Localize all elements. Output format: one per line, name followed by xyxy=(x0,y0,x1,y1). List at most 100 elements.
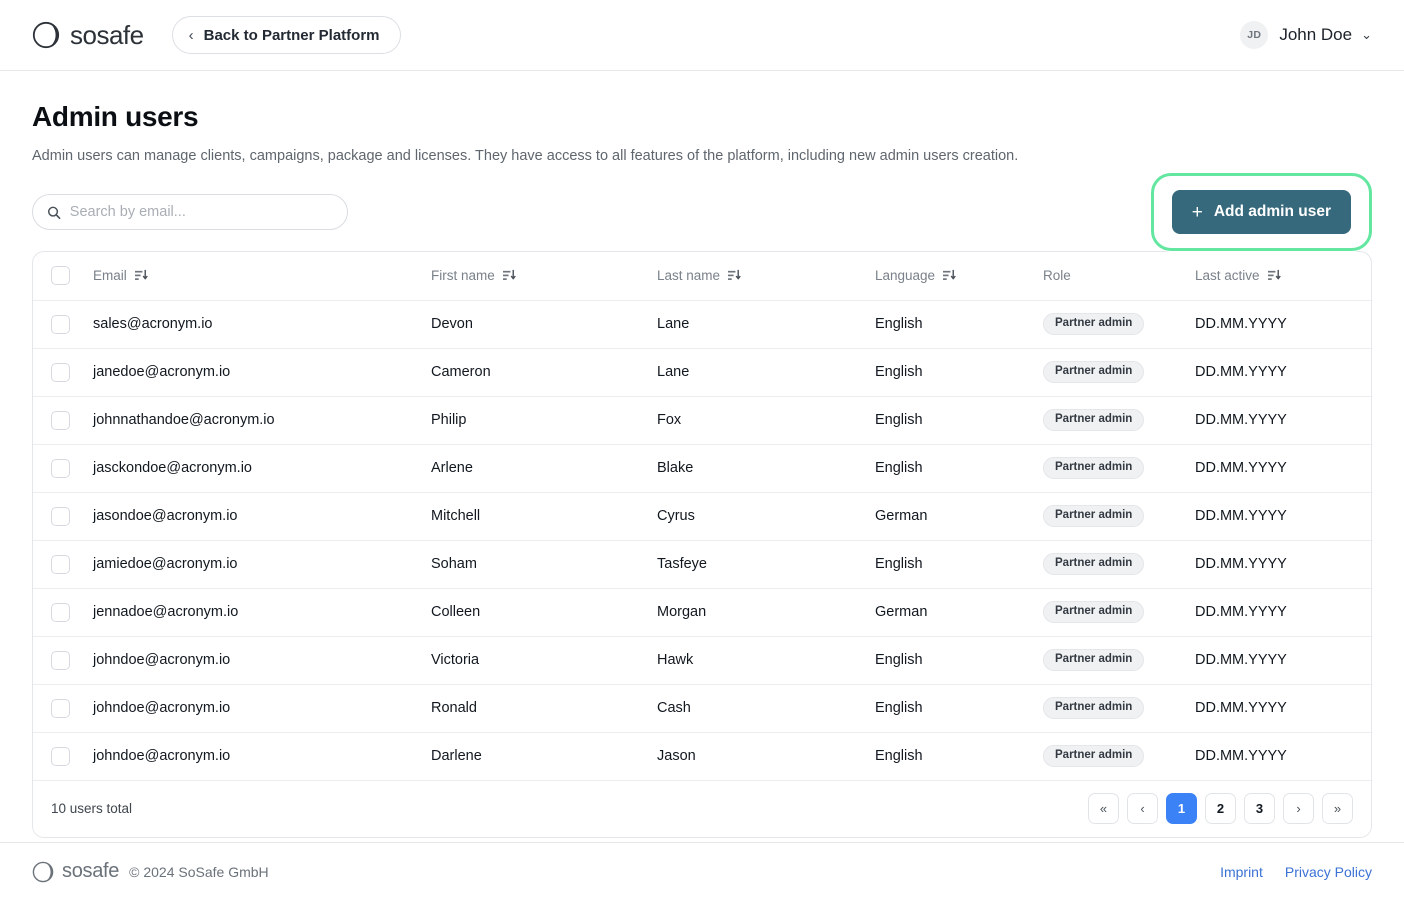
cell-first-name: Victoria xyxy=(431,636,657,685)
row-checkbox[interactable] xyxy=(51,602,70,622)
cell-first-name: Philip xyxy=(431,396,657,445)
cell-role: Partner admin xyxy=(1043,348,1195,397)
table-row[interactable]: jasondoe@acronym.io Mitchell Cyrus German Pa… xyxy=(33,492,1371,541)
row-checkbox[interactable] xyxy=(51,458,70,478)
status-badge: Partner admin xyxy=(1043,600,1145,624)
row-checkbox[interactable] xyxy=(51,650,70,670)
cell-email: jamiedoe@acronym.io xyxy=(93,540,431,589)
cell-role: Partner admin xyxy=(1043,684,1195,733)
row-select-cell xyxy=(33,396,93,445)
column-label-last-active: Last active xyxy=(1195,268,1260,284)
pagination-next-button[interactable]: › xyxy=(1283,793,1314,825)
table-toolbar: + Add admin user xyxy=(32,173,1372,252)
admin-users-table: Email First name Last name Language Role… xyxy=(33,252,1371,781)
row-select-cell xyxy=(33,732,93,781)
cell-email: jasondoe@acronym.io xyxy=(93,492,431,541)
table-row[interactable]: sales@acronym.io Devon Lane English Partner … xyxy=(33,300,1371,349)
column-header-email[interactable]: Email xyxy=(93,252,431,301)
column-header-last-active[interactable]: Last active xyxy=(1195,252,1371,301)
cell-role: Partner admin xyxy=(1043,540,1195,589)
sort-descending-icon[interactable] xyxy=(728,269,741,282)
cell-role: Partner admin xyxy=(1043,636,1195,685)
column-header-language[interactable]: Language xyxy=(875,252,1043,301)
pagination-page-1[interactable]: 1 xyxy=(1166,793,1197,825)
table-row[interactable]: johndoe@acronym.io Ronald Cash English Partn… xyxy=(33,684,1371,733)
page-description: Admin users can manage clients, campaign… xyxy=(32,148,1019,164)
search-icon xyxy=(47,206,61,219)
search-input[interactable] xyxy=(69,204,333,221)
cell-first-name: Mitchell xyxy=(431,492,657,541)
cell-first-name: Devon xyxy=(431,300,657,349)
row-select-cell xyxy=(33,684,93,733)
row-checkbox[interactable] xyxy=(51,314,70,334)
row-checkbox[interactable] xyxy=(51,698,70,718)
footer-copyright: © 2024 SoSafe GmbH xyxy=(129,863,269,880)
sosafe-circle-logo-icon xyxy=(32,21,60,49)
cell-language: English xyxy=(875,684,1043,733)
back-to-partner-platform-button[interactable]: ‹ Back to Partner Platform xyxy=(171,16,401,54)
footer-link-imprint[interactable]: Imprint xyxy=(1220,864,1263,880)
brand-wordmark: sosafe xyxy=(70,19,144,50)
admin-users-table-card: Email First name Last name Language Role… xyxy=(32,251,1372,838)
status-badge: Partner admin xyxy=(1043,696,1145,720)
cell-language: English xyxy=(875,396,1043,445)
status-badge: Partner admin xyxy=(1043,504,1145,528)
cell-role: Partner admin xyxy=(1043,588,1195,637)
pagination-page-2[interactable]: 2 xyxy=(1205,793,1236,825)
user-name-label: John Doe xyxy=(1279,25,1353,44)
search-field[interactable] xyxy=(32,194,348,231)
cell-first-name: Ronald xyxy=(431,684,657,733)
cell-last-active: DD.MM.YYYY xyxy=(1195,300,1371,349)
sosafe-circle-logo-icon xyxy=(32,861,54,882)
pagination-first-button[interactable]: « xyxy=(1088,793,1119,825)
sort-descending-icon[interactable] xyxy=(1267,269,1281,282)
row-checkbox[interactable] xyxy=(51,506,70,526)
cell-last-active: DD.MM.YYYY xyxy=(1195,636,1371,685)
status-badge: Partner admin xyxy=(1043,648,1145,672)
table-row[interactable]: jamiedoe@acronym.io Soham Tasfeye English Pa… xyxy=(33,540,1371,589)
row-checkbox[interactable] xyxy=(51,554,70,574)
sort-descending-icon[interactable] xyxy=(502,269,516,282)
column-header-last-name[interactable]: Last name xyxy=(657,252,875,301)
pagination-prev-button[interactable]: ‹ xyxy=(1127,793,1158,825)
footer-brand: sosafe xyxy=(32,860,119,883)
row-checkbox[interactable] xyxy=(51,362,70,382)
cell-last-name: Jason xyxy=(657,732,875,781)
cell-last-active: DD.MM.YYYY xyxy=(1195,684,1371,733)
cell-first-name: Soham xyxy=(431,540,657,589)
add-admin-user-button[interactable]: + Add admin user xyxy=(1171,190,1351,235)
row-checkbox[interactable] xyxy=(51,410,70,430)
footer-wordmark: sosafe xyxy=(62,860,120,882)
row-select-cell xyxy=(33,588,93,637)
row-checkbox[interactable] xyxy=(51,746,70,766)
row-select-cell xyxy=(33,492,93,541)
add-admin-user-label: Add admin user xyxy=(1213,203,1331,221)
row-select-cell xyxy=(33,540,93,589)
table-row[interactable]: johndoe@acronym.io Victoria Hawk English Par… xyxy=(33,636,1371,685)
user-menu[interactable]: JD John Doe ⌄ xyxy=(1240,21,1372,49)
table-row[interactable]: jasckondoe@acronym.io Arlene Blake English P… xyxy=(33,444,1371,493)
total-users-label: 10 users total xyxy=(51,801,133,817)
column-header-first-name[interactable]: First name xyxy=(431,252,657,301)
cell-last-name: Morgan xyxy=(657,588,875,637)
footer-link-privacy-policy[interactable]: Privacy Policy xyxy=(1285,864,1372,880)
cell-email: janedoe@acronym.io xyxy=(93,348,431,397)
avatar: JD xyxy=(1240,21,1269,49)
column-label-first-name: First name xyxy=(431,268,495,284)
table-row[interactable]: janedoe@acronym.io Cameron Lane English Part… xyxy=(33,348,1371,397)
cell-language: German xyxy=(875,588,1043,637)
cell-last-name: Fox xyxy=(657,396,875,445)
table-row[interactable]: johndoe@acronym.io Darlene Jason English Par… xyxy=(33,732,1371,781)
sort-descending-icon[interactable] xyxy=(134,269,148,282)
cell-last-name: Hawk xyxy=(657,636,875,685)
select-all-checkbox[interactable] xyxy=(51,266,70,286)
table-row[interactable]: jennadoe@acronym.io Colleen Morgan German Pa… xyxy=(33,588,1371,637)
pagination-page-3[interactable]: 3 xyxy=(1244,793,1275,825)
table-row[interactable]: johnnathandoe@acronym.io Philip Fox English… xyxy=(33,396,1371,445)
pagination-last-button[interactable]: » xyxy=(1322,793,1353,825)
cell-email: johndoe@acronym.io xyxy=(93,732,431,781)
chevron-left-icon: ‹ xyxy=(188,26,194,44)
brand-logo[interactable]: sosafe xyxy=(32,20,144,51)
cell-role: Partner admin xyxy=(1043,492,1195,541)
sort-descending-icon[interactable] xyxy=(943,269,956,282)
